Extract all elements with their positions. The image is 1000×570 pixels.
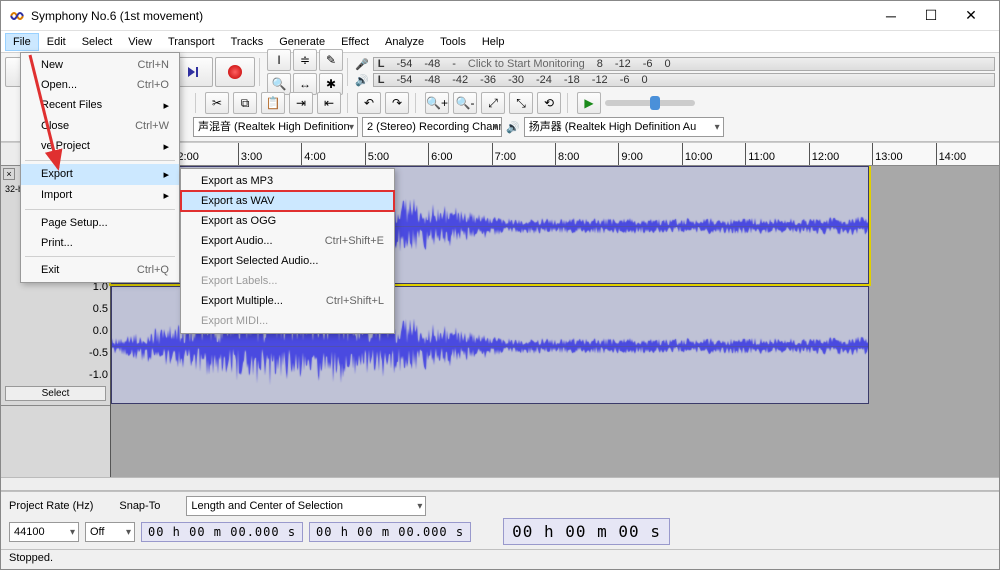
menu-generate[interactable]: Generate — [271, 33, 333, 51]
copy-button[interactable]: ⧉ — [233, 92, 257, 114]
timeline-tick: 11:00 — [745, 143, 775, 165]
menu-file[interactable]: File — [5, 33, 39, 51]
speaker-icon: 🔊 — [355, 74, 369, 87]
selection-tool[interactable]: I — [267, 49, 291, 71]
file-menu-item[interactable]: Export — [21, 164, 179, 185]
playback-meter[interactable]: L -54-48-42-36-30-24-18-12-60 — [373, 73, 995, 87]
snap-to-label: Snap-To — [119, 500, 160, 512]
channels-combo[interactable]: 2 (Stereo) Recording Chann — [362, 117, 502, 137]
export-menu-item: Export Labels... — [181, 271, 394, 291]
envelope-tool[interactable]: ≑ — [293, 49, 317, 71]
export-menu-item[interactable]: Export as OGG — [181, 211, 394, 231]
redo-button[interactable]: ↷ — [385, 92, 409, 114]
track-close-button[interactable]: × — [3, 168, 15, 180]
silence-button[interactable]: ⇤ — [317, 92, 341, 114]
zoom-fit-button[interactable]: ⤡ — [509, 92, 533, 114]
draw-tool[interactable]: ✎ — [319, 49, 343, 71]
menubar: File Edit Select View Transport Tracks G… — [1, 31, 999, 53]
record-meter[interactable]: L -54-48- Click to Start Monitoring 8-12… — [373, 57, 995, 71]
horizontal-scrollbar[interactable] — [1, 477, 999, 491]
file-menu-item[interactable]: ExitCtrl+Q — [21, 260, 179, 280]
input-device-combo[interactable]: 声混音 (Realtek High Definition — [193, 117, 358, 137]
mic-icon: 🎤 — [355, 58, 369, 71]
timeline-tick: 7:00 — [492, 143, 516, 165]
track-select-button[interactable]: Select — [5, 386, 106, 401]
selection-toolbar: Project Rate (Hz) Snap-To Length and Cen… — [1, 491, 999, 549]
export-menu-item[interactable]: Export as WAV — [181, 191, 394, 211]
output-icon: 🔊 — [506, 121, 520, 134]
file-menu-dropdown: NewCtrl+NOpen...Ctrl+ORecent FilesCloseC… — [20, 52, 180, 283]
selection-format-combo[interactable]: Length and Center of Selection — [186, 496, 426, 516]
export-menu-item[interactable]: Export Selected Audio... — [181, 251, 394, 271]
export-menu-item[interactable]: Export Audio...Ctrl+Shift+E — [181, 231, 394, 251]
menu-select[interactable]: Select — [74, 33, 121, 51]
file-menu-item[interactable]: Recent Files — [21, 95, 179, 116]
timeline-tick: 9:00 — [618, 143, 642, 165]
file-menu-item[interactable]: NewCtrl+N — [21, 55, 179, 75]
timeline-tick: 4:00 — [301, 143, 325, 165]
close-button[interactable]: ✕ — [951, 2, 991, 30]
timeline-tick: 3:00 — [238, 143, 262, 165]
menu-transport[interactable]: Transport — [160, 33, 223, 51]
menu-tools[interactable]: Tools — [432, 33, 474, 51]
zoom-toggle-button[interactable]: ⟲ — [537, 92, 561, 114]
zoom-in-button[interactable]: 🔍+ — [425, 92, 449, 114]
project-rate-combo[interactable]: 44100 — [9, 522, 79, 542]
output-device-combo[interactable]: 扬声器 (Realtek High Definition Au — [524, 117, 724, 137]
status-text: Stopped. — [9, 552, 53, 564]
file-menu-item[interactable]: CloseCtrl+W — [21, 116, 179, 136]
titlebar: Symphony No.6 (1st movement) ─ ☐ ✕ — [1, 1, 999, 31]
file-menu-item[interactable]: ve Project — [21, 136, 179, 157]
menu-effect[interactable]: Effect — [333, 33, 377, 51]
menu-help[interactable]: Help — [474, 33, 513, 51]
undo-button[interactable]: ↶ — [357, 92, 381, 114]
timeline-tick: 13:00 — [872, 143, 903, 165]
file-menu-item[interactable]: Page Setup... — [21, 213, 179, 233]
export-menu-item[interactable]: Export as MP3 — [181, 171, 394, 191]
export-menu-item: Export MIDI... — [181, 311, 394, 331]
timeline-tick: 10:00 — [682, 143, 713, 165]
zoom-sel-button[interactable]: ⤢ — [481, 92, 505, 114]
menu-edit[interactable]: Edit — [39, 33, 74, 51]
snap-to-combo[interactable]: Off — [85, 522, 135, 542]
timeline-tick: 14:00 — [936, 143, 967, 165]
record-button[interactable] — [215, 57, 255, 87]
paste-button[interactable]: 📋 — [261, 92, 285, 114]
timeline-tick: 12:00 — [809, 143, 840, 165]
file-menu-item[interactable]: Open...Ctrl+O — [21, 75, 179, 95]
selection-start-time[interactable]: 00 h 00 m 00.000 s — [141, 522, 303, 542]
project-rate-label: Project Rate (Hz) — [9, 500, 93, 512]
maximize-button[interactable]: ☐ — [911, 2, 951, 30]
app-logo-icon — [9, 8, 25, 24]
playback-speed-slider[interactable] — [605, 100, 695, 106]
menu-view[interactable]: View — [120, 33, 160, 51]
audio-position-time[interactable]: 00 h 00 m 00 s — [503, 518, 670, 545]
statusbar: Stopped. — [1, 549, 999, 569]
file-menu-item[interactable]: Print... — [21, 233, 179, 253]
minimize-button[interactable]: ─ — [871, 2, 911, 30]
export-submenu: Export as MP3Export as WAVExport as OGGE… — [180, 168, 395, 334]
selection-end-time[interactable]: 00 h 00 m 00.000 s — [309, 522, 471, 542]
file-menu-item[interactable]: Import — [21, 185, 179, 206]
window-title: Symphony No.6 (1st movement) — [31, 9, 871, 23]
menu-analyze[interactable]: Analyze — [377, 33, 432, 51]
timeline-tick: 6:00 — [428, 143, 452, 165]
play-at-speed-button[interactable]: ▶ — [577, 92, 601, 114]
zoom-out-button[interactable]: 🔍- — [453, 92, 477, 114]
timeline-tick: 8:00 — [555, 143, 579, 165]
export-menu-item[interactable]: Export Multiple...Ctrl+Shift+L — [181, 291, 394, 311]
cut-button[interactable]: ✂ — [205, 92, 229, 114]
timeline-tick: 5:00 — [365, 143, 389, 165]
menu-tracks[interactable]: Tracks — [223, 33, 272, 51]
trim-button[interactable]: ⇥ — [289, 92, 313, 114]
